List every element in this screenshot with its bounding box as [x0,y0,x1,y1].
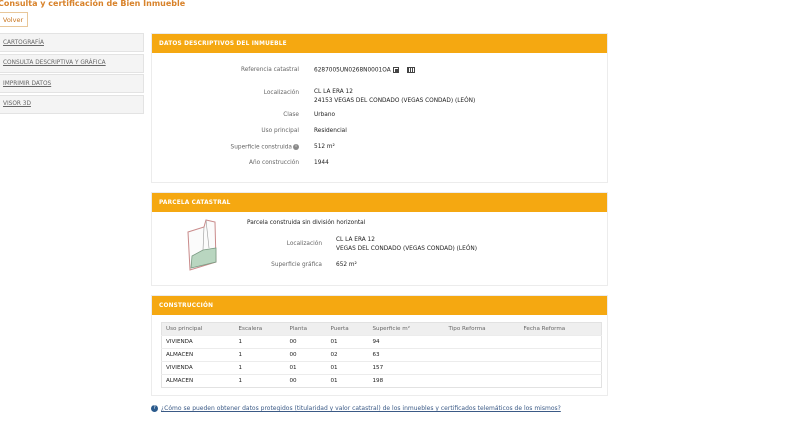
cell-puerta: 01 [326,361,369,375]
parcel-localizacion-line1: CL LA ERA 12 [336,237,375,243]
sidebar-item-visor-3d[interactable]: VISOR 3D [0,94,144,114]
cell-escalera: 1 [234,348,286,362]
info-icon[interactable]: i [293,144,299,150]
clase-label: Clase [283,112,299,118]
table-row: ALMACEN 1 00 02 63 [161,348,602,362]
cell-escalera: 1 [234,361,286,375]
referencia-text: 6287005UN0268N0001OA [314,67,391,74]
question-icon: ? [151,405,158,412]
back-button[interactable]: Volver [0,12,28,27]
cell-superficie: 94 [368,335,445,349]
table-header-row: Uso principal Escalera Planta Puerta Sup… [161,322,602,336]
parcel-map-thumbnail[interactable] [182,218,222,276]
barcode-icon[interactable] [406,67,415,73]
col-tipo-reforma: Tipo Reforma [444,322,520,336]
sidebar-item-cartografia[interactable]: CARTOGRAFÍA [0,33,144,52]
col-puerta: Puerta [326,322,369,336]
superficie-label-wrap: Superficie construida i [231,144,299,151]
cell-planta: 00 [285,374,327,388]
uso-label: Uso principal [261,128,299,134]
parcel-localizacion-label: Localización [286,241,322,247]
faq-link-text[interactable]: ¿Cómo se pueden obtener datos protegidos… [161,405,561,412]
anio-value: 1944 [314,160,329,166]
localizacion-value: CL LA ERA 12 24153 VEGAS DEL CONDADO (VE… [314,88,475,105]
parcel-superficie-value: 652 m² [336,262,357,268]
page-title: Consulta y certificación de Bien Inmuebl… [0,0,186,8]
parcel-localizacion-line2: VEGAS DEL CONDADO (VEGAS CONDAD) (LEÓN) [336,245,477,252]
cell-tipo-reforma [444,348,520,362]
col-planta: Planta [285,322,327,336]
referencia-value: 6287005UN0268N0001OA [314,67,415,74]
cell-puerta: 02 [326,348,369,362]
descriptive-data-heading: DATOS DESCRIPTIVOS DEL INMUEBLE [152,34,607,53]
cell-fecha-reforma [519,361,602,375]
construction-heading: CONSTRUCCIÓN [152,296,607,315]
cell-uso: VIVIENDA [161,361,235,375]
referencia-label: Referencia catastral [240,67,299,73]
cell-escalera: 1 [234,335,286,349]
cell-planta: 00 [285,335,327,349]
descriptive-data-panel: DATOS DESCRIPTIVOS DEL INMUEBLE Referenc… [151,33,608,183]
cell-tipo-reforma [444,374,520,388]
construction-panel: CONSTRUCCIÓN Uso principal Escalera Plan… [151,295,608,396]
clase-value: Urbano [314,112,336,118]
table-row: ALMACEN 1 00 01 198 [161,374,602,388]
parcel-localizacion-value: CL LA ERA 12 VEGAS DEL CONDADO (VEGAS CO… [336,236,477,253]
cell-superficie: 198 [368,374,445,388]
cell-puerta: 01 [326,335,369,349]
sidebar-item-consulta-descriptiva[interactable]: CONSULTA DESCRIPTIVA Y GRÁFICA [0,53,144,73]
cell-uso: ALMACEN [161,374,235,388]
anio-label: Año construcción [249,160,299,166]
faq-link[interactable]: ? ¿Cómo se pueden obtener datos protegido… [151,405,561,412]
col-fecha-reforma: Fecha Reforma [519,322,602,336]
cell-tipo-reforma [444,335,520,349]
cell-fecha-reforma [519,374,602,388]
col-escalera: Escalera [234,322,286,336]
cell-escalera: 1 [234,374,286,388]
parcel-panel: PARCELA CATASTRAL Parcela construida sin… [151,192,608,286]
uso-value: Residencial [314,128,347,134]
cell-superficie: 63 [368,348,445,362]
cell-planta: 01 [285,361,327,375]
parcel-superficie-label: Superficie gráfica [271,262,322,268]
parcel-subtitle: Parcela construida sin división horizont… [247,220,366,226]
localizacion-label: Localización [263,90,299,96]
sidebar: CARTOGRAFÍA CONSULTA DESCRIPTIVA Y GRÁFI… [0,33,144,115]
localizacion-line1: CL LA ERA 12 [314,89,353,95]
table-row: VIVIENDA 1 01 01 157 [161,361,602,375]
cell-puerta: 01 [326,374,369,388]
superficie-label: Superficie construida [230,144,292,151]
cell-uso: VIVIENDA [161,335,235,349]
localizacion-line2: 24153 VEGAS DEL CONDADO (VEGAS CONDAD) (… [314,97,476,104]
cell-fecha-reforma [519,348,602,362]
copy-icon[interactable] [392,67,399,73]
parcel-heading: PARCELA CATASTRAL [152,193,607,212]
col-superficie: Superficie m² [368,322,445,336]
table-row: VIVIENDA 1 00 01 94 [161,335,602,349]
construction-table: Uso principal Escalera Planta Puerta Sup… [161,322,602,388]
sidebar-item-imprimir-datos[interactable]: IMPRIMIR DATOS [0,74,144,93]
cell-uso: ALMACEN [161,348,235,362]
cell-superficie: 157 [368,361,445,375]
cell-planta: 00 [285,348,327,362]
cell-fecha-reforma [519,335,602,349]
superficie-value: 512 m² [314,144,335,150]
cell-tipo-reforma [444,361,520,375]
col-uso: Uso principal [161,322,235,336]
